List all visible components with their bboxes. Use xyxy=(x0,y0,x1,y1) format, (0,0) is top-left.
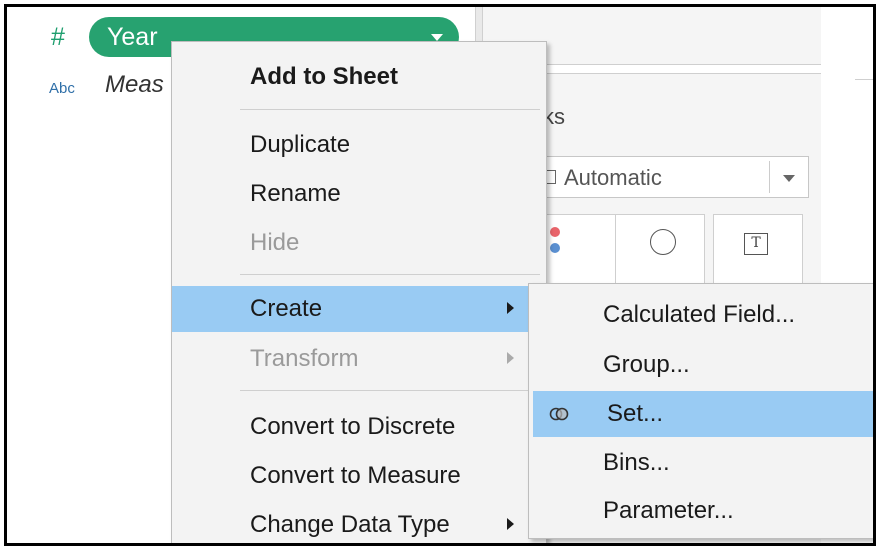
submenu-item-calculated-field[interactable]: Calculated Field... xyxy=(529,292,873,338)
menu-item-rename[interactable]: Rename xyxy=(172,171,546,217)
menu-item-label: Hide xyxy=(250,229,300,256)
submenu-item-label: Set... xyxy=(607,400,664,427)
measure-names-field[interactable]: Meas xyxy=(105,71,164,99)
submenu-item-label: Bins... xyxy=(603,449,670,476)
menu-item-label: Convert to Measure xyxy=(250,462,461,489)
submenu-item-label: Calculated Field... xyxy=(603,301,796,328)
select-divider xyxy=(769,161,770,193)
menu-separator xyxy=(240,109,540,110)
chevron-right-icon xyxy=(507,302,514,314)
menu-item-label: Rename xyxy=(250,180,341,207)
menu-item-change-data-type[interactable]: Change Data Type xyxy=(172,502,546,543)
submenu-item-parameter[interactable]: Parameter... xyxy=(529,488,873,534)
submenu-item-label: Group... xyxy=(603,351,690,378)
year-pill-label: Year xyxy=(107,23,158,51)
menu-item-label: Create xyxy=(250,295,323,322)
menu-item-create[interactable]: Create xyxy=(172,286,546,332)
create-submenu: Calculated Field... Group... Set... Bins… xyxy=(528,283,873,539)
menu-item-add-to-sheet[interactable]: Add to Sheet xyxy=(172,54,546,100)
menu-separator xyxy=(240,274,540,275)
chevron-down-icon[interactable] xyxy=(783,175,795,182)
menu-item-label: Transform xyxy=(250,345,359,372)
string-field-icon: Abc xyxy=(49,80,75,97)
menu-item-label: Convert to Discrete xyxy=(250,413,456,440)
color-dot-blue-icon xyxy=(550,243,560,253)
color-dot-red-icon xyxy=(550,227,560,237)
menu-separator xyxy=(240,390,540,391)
menu-item-label: Add to Sheet xyxy=(250,63,398,90)
submenu-item-group[interactable]: Group... xyxy=(529,342,873,388)
menu-item-label: Duplicate xyxy=(250,131,351,158)
menu-item-hide: Hide xyxy=(172,220,546,266)
mark-type-label: Automatic xyxy=(564,165,662,190)
field-context-menu: Add to Sheet Duplicate Rename Hide Creat… xyxy=(171,41,547,543)
set-icon xyxy=(549,407,569,421)
menu-item-convert-to-measure[interactable]: Convert to Measure xyxy=(172,453,546,499)
screenshot-frame: # Year Abc Meas ks Automatic T Add to Sh… xyxy=(4,4,876,546)
text-icon: T xyxy=(744,233,768,255)
submenu-item-set[interactable]: Set... xyxy=(533,391,873,437)
chevron-right-icon xyxy=(507,518,514,530)
menu-item-convert-to-discrete[interactable]: Convert to Discrete xyxy=(172,404,546,450)
size-icon xyxy=(650,229,676,255)
chevron-right-icon xyxy=(507,352,514,364)
menu-item-duplicate[interactable]: Duplicate xyxy=(172,122,546,168)
numeric-field-icon: # xyxy=(51,23,65,51)
dropdown-arrow-icon[interactable] xyxy=(431,34,443,41)
canvas-divider xyxy=(855,79,873,80)
submenu-item-label: Parameter... xyxy=(603,497,734,524)
menu-item-transform: Transform xyxy=(172,336,546,382)
menu-item-label: Change Data Type xyxy=(250,511,450,538)
mark-type-select[interactable]: Automatic xyxy=(527,156,809,198)
submenu-item-bins[interactable]: Bins... xyxy=(529,440,873,486)
